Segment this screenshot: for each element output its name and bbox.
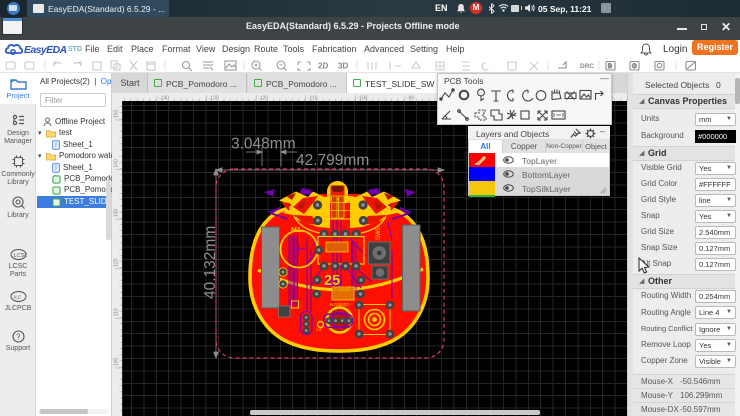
svg-text:-90: -90 — [407, 96, 414, 102]
svg-text:110: 110 — [114, 308, 120, 316]
svg-text:3.048mm: 3.048mm — [231, 136, 296, 153]
svg-text:42.799mm: 42.799mm — [296, 152, 369, 169]
svg-text:G: G — [632, 64, 637, 70]
svg-text:-120: -120 — [258, 96, 268, 102]
svg-text:100: 100 — [114, 357, 120, 366]
svg-text:-110: -110 — [308, 96, 318, 102]
svg-text:150: 150 — [114, 109, 120, 118]
svg-text:120: 120 — [114, 258, 120, 267]
svg-text:-130: -130 — [209, 96, 219, 102]
svg-text:B: B — [608, 64, 612, 70]
svg-text:3D: 3D — [338, 62, 348, 71]
svg-text:M1: M1 — [291, 227, 301, 234]
svg-text:JLC: JLC — [12, 295, 22, 300]
svg-text:130: 130 — [114, 209, 120, 218]
svg-text:140: 140 — [114, 159, 120, 168]
svg-text:?: ? — [16, 333, 21, 342]
svg-text:CB: CB — [316, 327, 322, 332]
svg-text:-140: -140 — [159, 96, 169, 102]
svg-text:-100: -100 — [357, 96, 367, 102]
svg-text:LCSC: LCSC — [14, 253, 28, 259]
svg-text:DRC: DRC — [580, 63, 594, 70]
svg-text:2D: 2D — [318, 62, 328, 71]
svg-text:SW5: SW5 — [376, 226, 382, 240]
